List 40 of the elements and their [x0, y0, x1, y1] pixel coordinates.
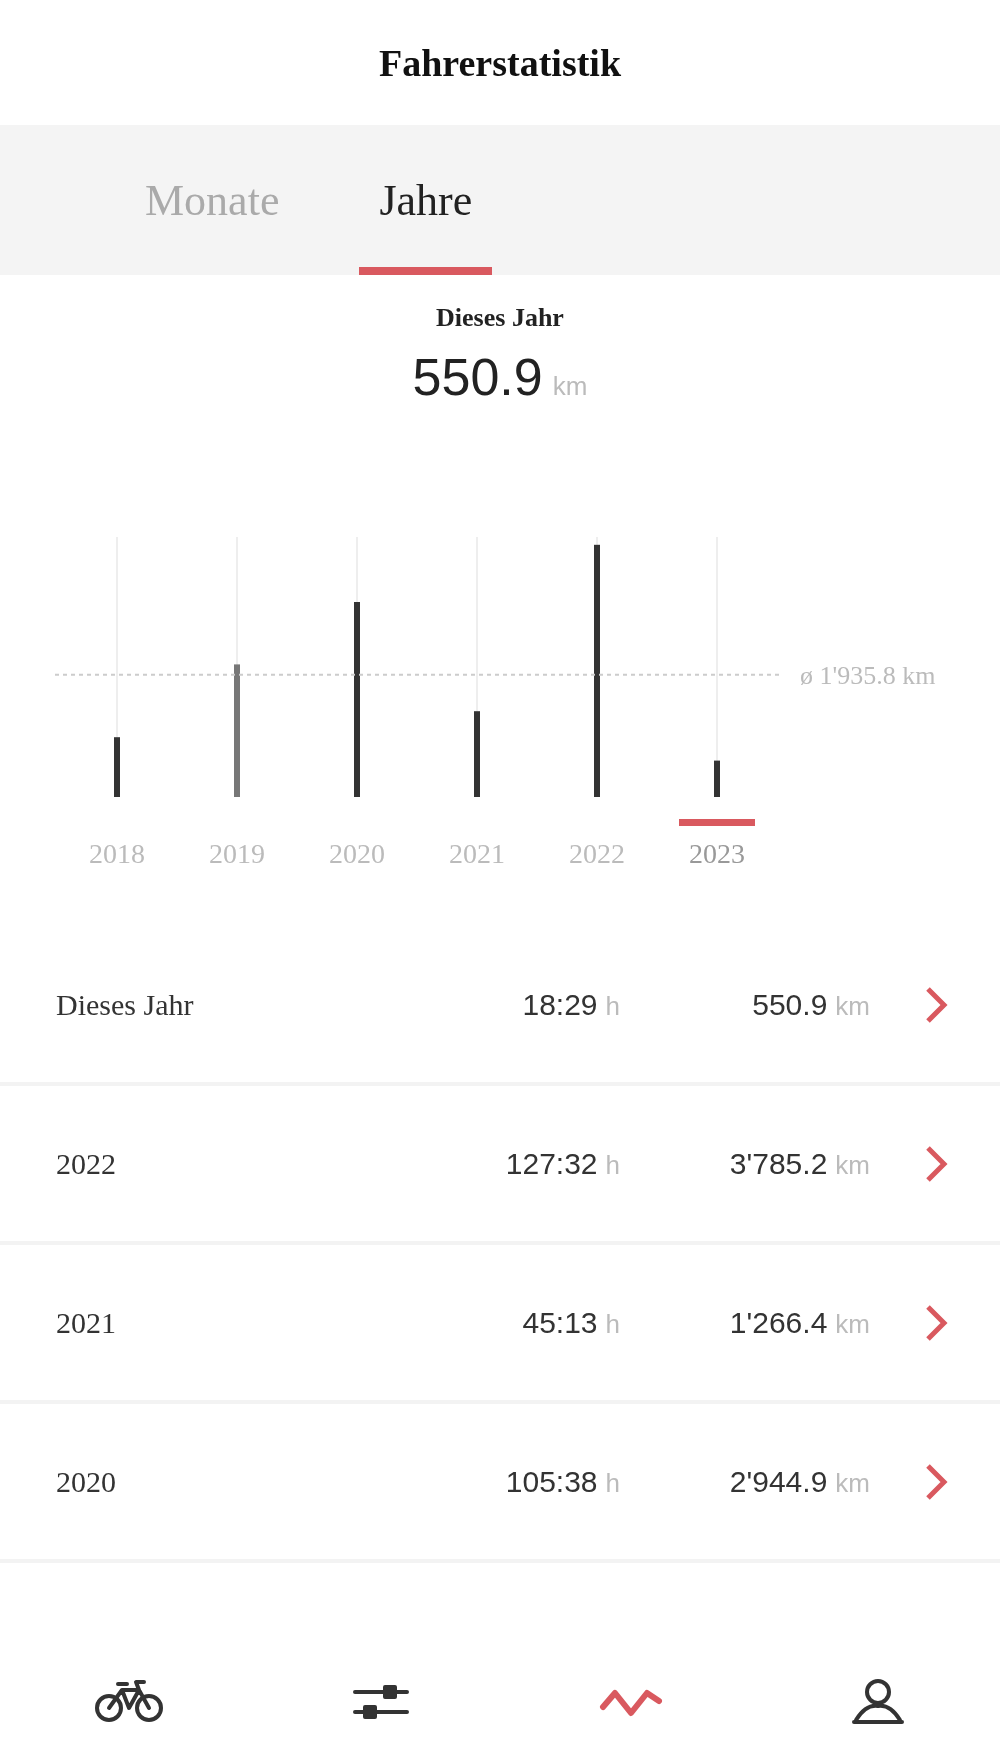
distance-unit: km [835, 1149, 870, 1180]
year-label[interactable]: 2021 [449, 838, 505, 869]
summary-value: 550.9 [412, 347, 543, 407]
tab[interactable]: Monate [125, 125, 300, 275]
row-label: Dieses Jahr [56, 987, 195, 1022]
year-row[interactable]: Dieses Jahr 18:29 h 550.9 km [0, 927, 1000, 1086]
distance-value: 3'785.2 [729, 1146, 828, 1180]
bicycle-icon [93, 1678, 164, 1724]
distance-value: 1'266.4 [729, 1305, 828, 1339]
average-label: ø 1'935.8 km [800, 660, 936, 690]
distance-value: 550.9 [752, 987, 828, 1021]
year-row[interactable]: 2020 105:38 h 2'944.9 km [0, 1404, 1000, 1563]
row-label: 2021 [56, 1305, 117, 1340]
chart-bar[interactable] [714, 760, 720, 797]
distance-unit: km [835, 1308, 870, 1339]
time-unit: h [605, 1308, 620, 1339]
time-unit: h [605, 990, 620, 1021]
time-value: 105:38 [505, 1464, 598, 1498]
time-value: 18:29 [522, 987, 598, 1021]
time-value: 127:32 [505, 1146, 598, 1180]
year-label[interactable]: 2020 [329, 838, 385, 869]
tab[interactable]: Jahre [359, 125, 493, 275]
user-icon [850, 1676, 907, 1726]
time-unit: h [605, 1149, 620, 1180]
time-unit: h [605, 1467, 620, 1498]
time-value: 45:13 [522, 1305, 598, 1339]
row-label: 2022 [56, 1146, 117, 1181]
summary-unit: km [552, 371, 588, 402]
distance-value: 2'944.9 [729, 1464, 828, 1498]
year-label[interactable]: 2022 [569, 838, 625, 869]
summary-label: Dieses Jahr [436, 303, 564, 333]
year-row[interactable]: 2021 45:13 h 1'266.4 km [0, 1245, 1000, 1404]
year-label[interactable]: 2023 [689, 838, 745, 869]
distance-unit: km [835, 990, 870, 1021]
row-label: 2020 [56, 1464, 117, 1499]
distance-unit: km [835, 1467, 870, 1498]
year-label[interactable]: 2019 [209, 838, 265, 869]
page-title: Fahrerstatistik [378, 40, 621, 85]
year-label[interactable]: 2018 [89, 838, 145, 869]
year-row[interactable]: 2022 127:32 h 3'785.2 km [0, 1086, 1000, 1245]
